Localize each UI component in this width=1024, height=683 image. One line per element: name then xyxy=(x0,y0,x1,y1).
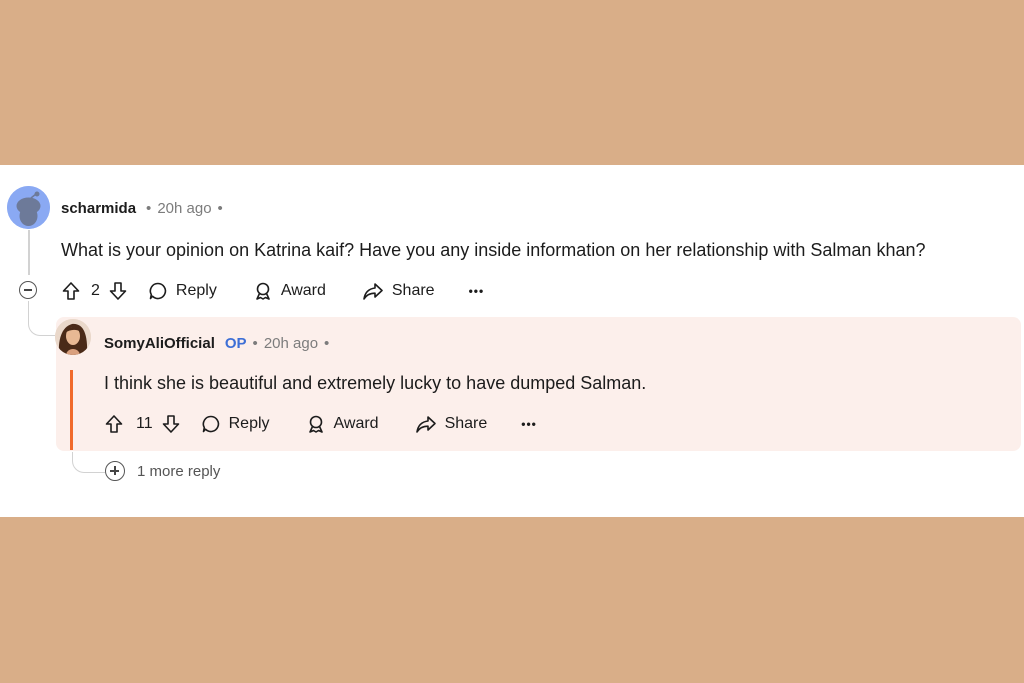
reply-username[interactable]: SomyAliOfficial xyxy=(104,335,215,352)
comment-thread: scharmida • 20h ago • What is your opini… xyxy=(0,165,1024,517)
comment-icon xyxy=(149,282,167,300)
op-badge: OP xyxy=(224,335,247,352)
award-icon xyxy=(256,282,270,300)
more-icon: ••• xyxy=(521,417,537,431)
profile-photo-icon xyxy=(55,319,91,355)
comment-icon xyxy=(202,415,219,433)
award-button[interactable]: Award xyxy=(306,414,379,434)
comment-username[interactable]: scharmida xyxy=(61,200,136,217)
reply-button[interactable]: Reply xyxy=(201,414,270,434)
upvote-icon xyxy=(62,282,80,300)
comment-time[interactable]: 20h ago xyxy=(157,200,211,217)
reply-meta: SomyAliOfficial OP • 20h ago • xyxy=(104,335,335,352)
reply-actions: 11 Reply Award Share ••• xyxy=(104,414,537,434)
more-options-button[interactable]: ••• xyxy=(521,417,537,431)
share-label: Share xyxy=(444,415,488,432)
downvote-button[interactable] xyxy=(161,414,181,434)
reply-time[interactable]: 20h ago xyxy=(264,335,318,352)
share-icon xyxy=(363,283,383,300)
upvote-button[interactable] xyxy=(104,414,124,434)
expand-icon xyxy=(105,461,125,481)
upvote-icon xyxy=(105,415,123,433)
upvote-button[interactable] xyxy=(61,281,81,301)
snoo-avatar-icon xyxy=(7,186,50,229)
vote-count: 2 xyxy=(91,282,100,299)
share-button[interactable]: Share xyxy=(362,281,435,301)
downvote-icon xyxy=(162,415,179,433)
more-replies-button[interactable]: 1 more reply xyxy=(105,461,220,481)
meta-separator: • xyxy=(324,335,330,352)
op-avatar[interactable] xyxy=(55,319,91,355)
award-label: Award xyxy=(280,282,326,299)
share-icon xyxy=(415,416,436,433)
meta-separator: • xyxy=(146,200,152,217)
more-options-button[interactable]: ••• xyxy=(469,284,485,298)
reply-label: Reply xyxy=(175,282,217,299)
user-avatar[interactable] xyxy=(7,186,50,229)
reply-button[interactable]: Reply xyxy=(148,281,217,301)
downvote-icon xyxy=(109,282,127,300)
thread-line xyxy=(28,230,30,275)
meta-separator: • xyxy=(217,200,223,217)
meta-separator: • xyxy=(252,335,258,352)
comment-meta: scharmida • 20h ago • xyxy=(61,200,229,217)
reply-body: I think she is beautiful and extremely l… xyxy=(104,373,647,393)
share-label: Share xyxy=(391,282,435,299)
award-icon xyxy=(308,415,323,433)
reply-label: Reply xyxy=(228,415,270,432)
thread-line xyxy=(72,452,105,473)
reply-accent-bar xyxy=(70,370,73,450)
collapse-icon[interactable] xyxy=(19,281,37,299)
thread-line xyxy=(28,301,55,336)
comment-actions: 2 Reply Award Share ••• xyxy=(61,281,484,301)
comment-body: What is your opinion on Katrina kaif? Ha… xyxy=(61,240,926,260)
more-icon: ••• xyxy=(468,284,485,298)
more-replies-label: 1 more reply xyxy=(137,462,221,480)
award-button[interactable]: Award xyxy=(253,281,326,301)
downvote-button[interactable] xyxy=(108,281,128,301)
award-label: Award xyxy=(333,415,379,432)
vote-count: 11 xyxy=(136,415,153,432)
share-button[interactable]: Share xyxy=(415,414,488,434)
